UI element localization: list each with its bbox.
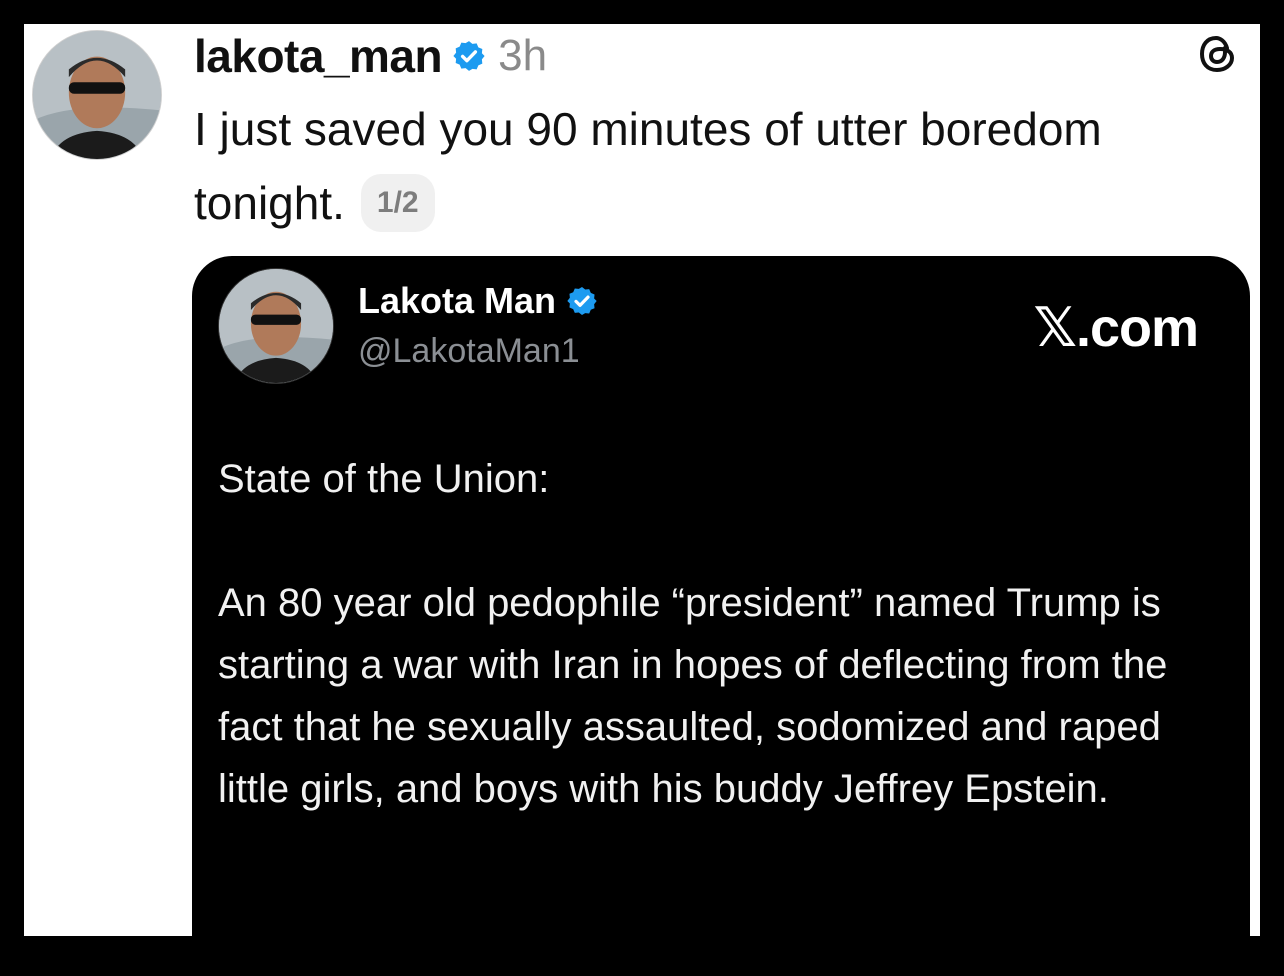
post-header: lakota_man 3h [194, 26, 547, 86]
embedded-x-post[interactable]: Lakota Man @LakotaMan1 𝕏.com State of th… [192, 256, 1250, 976]
post-text: I just saved you 90 minutes of utter bor… [194, 92, 1244, 240]
embedded-avatar [218, 268, 334, 384]
x-com-label: 𝕏.com [1033, 298, 1199, 358]
embedded-post-text: State of the Union: An 80 year old pedop… [218, 448, 1208, 820]
verified-badge-icon [567, 287, 597, 315]
post-body: I just saved you 90 minutes of utter bor… [194, 103, 1102, 229]
avatar[interactable] [32, 30, 162, 160]
embedded-paragraph: State of the Union: [218, 457, 550, 501]
embedded-handle: @LakotaMan1 [358, 332, 580, 370]
threads-post: lakota_man 3h I just saved you 90 minute… [24, 24, 1260, 976]
username-link[interactable]: lakota_man [194, 29, 443, 83]
profile-photo-icon [33, 31, 161, 159]
embedded-display-name: Lakota Man [358, 280, 598, 322]
profile-photo-icon [219, 269, 333, 383]
embedded-paragraph: An 80 year old pedophile “president” nam… [218, 581, 1168, 811]
post-timestamp[interactable]: 3h [498, 31, 547, 81]
threads-logo-icon[interactable] [1196, 32, 1240, 76]
verified-badge-icon [453, 41, 485, 71]
page-indicator: 1/2 [360, 173, 435, 232]
embedded-name-text: Lakota Man [358, 280, 557, 321]
